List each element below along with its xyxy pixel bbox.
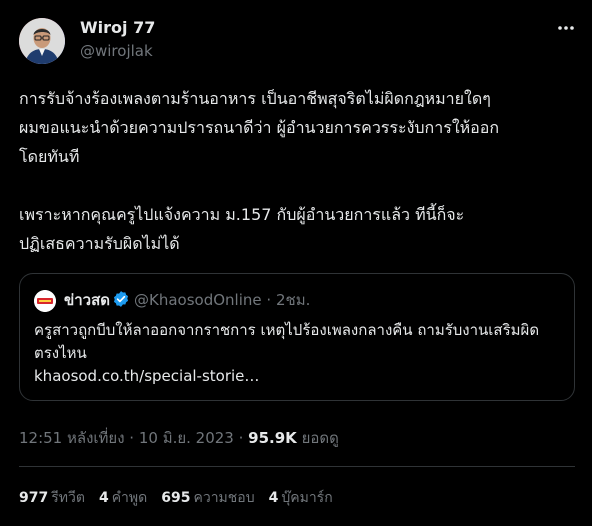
quoted-author-handle[interactable]: @KhaosodOnline	[134, 291, 262, 309]
quoted-tweet-header: ข่าวสด @KhaosodOnline · 2ชม.	[64, 289, 310, 311]
user-avatar-icon	[19, 18, 65, 64]
quoted-dot-separator: ·	[266, 291, 272, 309]
quotes-count: 4	[98, 490, 109, 506]
retweets-count: 977	[19, 490, 49, 506]
tweet-meta: 12:51 หลังเที่ยง · 10 มิ.ย. 2023 · 95.9K…	[19, 426, 339, 450]
verified-badge-icon	[112, 290, 130, 308]
tweet-text: การรับจ้างร้องเพลงตามร้านอาหาร เป็นอาชีพ…	[19, 89, 500, 253]
retweets-stat[interactable]: 977 รีทวีต	[19, 487, 85, 509]
more-options-icon[interactable]	[554, 18, 578, 38]
engagement-stats: 977 รีทวีต 4 คำพูด 695 ความชอบ 4 บุ๊คมาร์ก	[19, 487, 347, 509]
likes-label: ความชอบ	[193, 490, 255, 506]
quoted-author-avatar[interactable]	[34, 290, 56, 312]
quotes-stat[interactable]: 4 คำพูด	[99, 487, 147, 509]
author-display-name[interactable]: Wiroj 77	[80, 18, 155, 37]
quoted-tweet-card[interactable]: ข่าวสด @KhaosodOnline · 2ชม. ครูสาวถูกบีบ…	[19, 273, 575, 401]
tweet-date[interactable]: 10 มิ.ย. 2023	[139, 429, 234, 447]
bookmarks-stat[interactable]: 4 บุ๊คมาร์ก	[269, 487, 333, 509]
views-count: 95.9K	[248, 429, 297, 447]
bookmarks-label: บุ๊คมาร์ก	[281, 490, 333, 506]
quoted-author-name[interactable]: ข่าวสด	[64, 291, 110, 309]
author-handle[interactable]: @wirojlak	[80, 42, 153, 60]
tweet-detail: { "author": { "display_name": "Wiroj 77"…	[0, 0, 592, 526]
quoted-tweet-text: ครูสาวถูกบีบให้ลาออกจากราชการ เหตุไปร้อง…	[34, 321, 540, 362]
khaosod-logo-icon	[34, 290, 56, 312]
tweet-time[interactable]: 12:51 หลังเที่ยง	[19, 429, 125, 447]
author-avatar[interactable]	[19, 18, 65, 64]
bookmarks-count: 4	[268, 490, 279, 506]
quotes-label: คำพูด	[111, 490, 148, 506]
retweets-label: รีทวีต	[51, 490, 85, 506]
views-label: ยอดดู	[301, 429, 339, 447]
ellipsis-icon	[558, 26, 574, 30]
meta-separator-2: ·	[233, 429, 249, 447]
quoted-timestamp[interactable]: 2ชม.	[276, 291, 310, 309]
likes-stat[interactable]: 695 ความชอบ	[161, 487, 254, 509]
meta-separator: ·	[124, 429, 139, 447]
divider	[19, 466, 575, 467]
likes-count: 695	[161, 490, 191, 506]
quoted-tweet-link[interactable]: khaosod.co.th/special-storie…	[34, 367, 259, 385]
